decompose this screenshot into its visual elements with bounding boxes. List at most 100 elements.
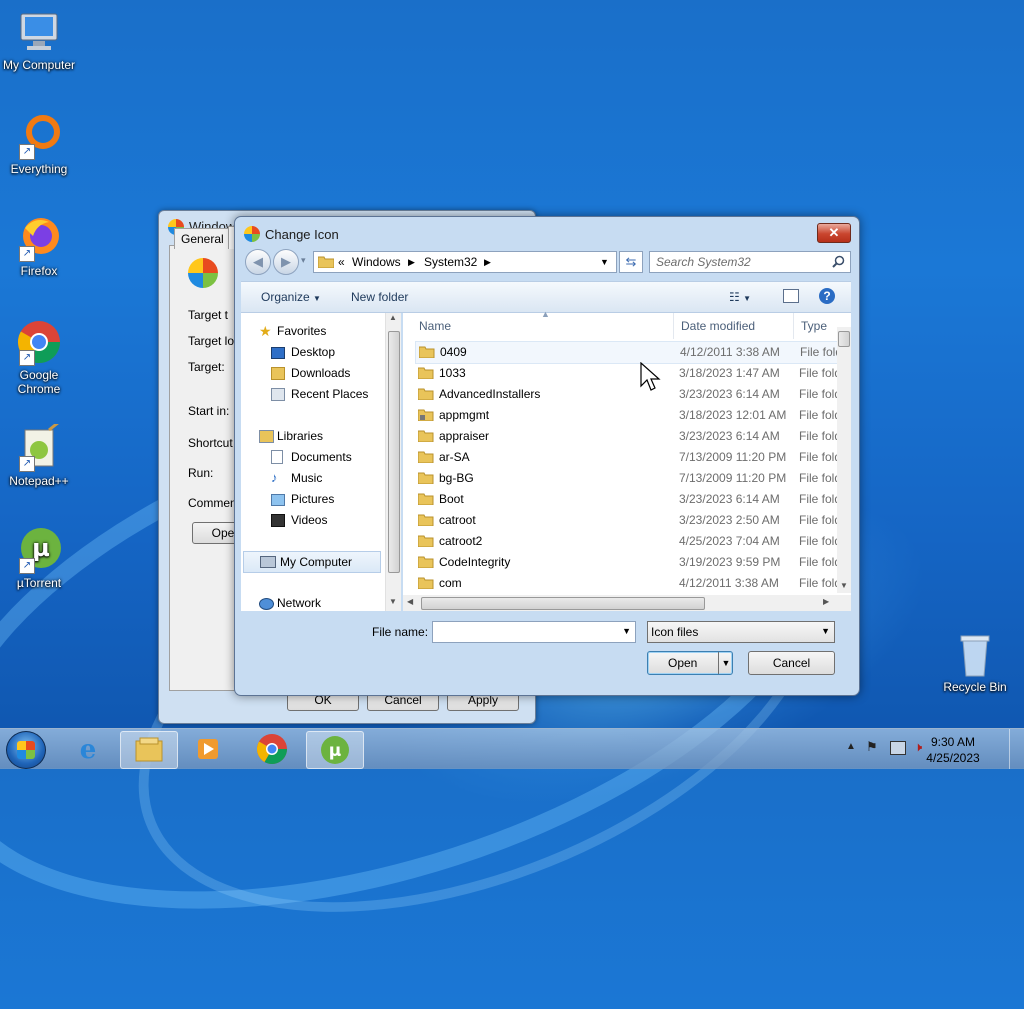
file-row[interactable]: com 4/12/2011 3:38 AM File folder xyxy=(415,573,837,594)
forward-button[interactable]: ▶ xyxy=(273,249,299,275)
refresh-icon[interactable]: ⇆ xyxy=(619,251,643,273)
file-date: 7/13/2009 11:20 PM xyxy=(679,471,787,485)
recent-locations-chevron-icon[interactable]: ▾ xyxy=(301,255,306,266)
search-input[interactable]: Search System32 xyxy=(649,251,851,273)
file-type-filter-select[interactable]: Icon files ▼ xyxy=(647,621,835,643)
column-header-date-modified[interactable]: Date modified xyxy=(681,313,794,339)
nav-item-downloads[interactable]: Downloads xyxy=(241,363,381,383)
file-row[interactable]: CodeIntegrity 3/19/2023 9:59 PM File fol… xyxy=(415,552,837,573)
nav-item-documents[interactable]: Documents xyxy=(241,447,381,467)
taskbar-media-player[interactable] xyxy=(180,731,236,767)
file-type: File folder xyxy=(799,471,837,485)
scroll-left-icon[interactable]: ◀ xyxy=(407,597,413,606)
file-type: File folder xyxy=(799,492,837,506)
file-row[interactable]: ar-SA 7/13/2009 11:20 PM File folder xyxy=(415,447,837,468)
file-row[interactable]: Boot 3/23/2023 6:14 AM File folder xyxy=(415,489,837,510)
close-button[interactable]: ✕ xyxy=(817,223,851,243)
clock-time: 9:30 AM xyxy=(930,735,976,749)
scroll-down-icon[interactable]: ▼ xyxy=(840,581,848,590)
file-row[interactable]: catroot 3/23/2023 2:50 AM File folder xyxy=(415,510,837,531)
preview-pane-icon[interactable] xyxy=(783,289,799,303)
file-date: 3/18/2023 12:01 AM xyxy=(679,408,787,422)
recent-places-icon xyxy=(271,388,285,401)
file-name: ar-SA xyxy=(439,450,470,464)
nav-label: Favorites xyxy=(277,324,327,338)
start-button[interactable] xyxy=(6,731,46,769)
nav-item-videos[interactable]: Videos xyxy=(241,510,381,530)
star-icon: ★ xyxy=(259,323,272,339)
folder-icon xyxy=(419,346,435,358)
open-split-dropdown-icon[interactable]: ▼ xyxy=(718,652,733,674)
shortcut-target-icon xyxy=(188,258,218,288)
file-row[interactable]: 0409 4/12/2011 3:38 AM File folder xyxy=(415,341,839,364)
system-clock[interactable]: 9:30 AM 4/25/2023 xyxy=(918,734,988,766)
file-list-scrollbar[interactable]: ▼ xyxy=(837,327,851,593)
view-menu-icon[interactable]: ☷ ▼ xyxy=(729,290,751,304)
file-row[interactable]: 1033 3/18/2023 1:47 AM File folder xyxy=(415,363,837,384)
desktop-icon-recycle-bin[interactable]: Recycle Bin xyxy=(936,630,1014,694)
tab-general[interactable]: General xyxy=(174,228,231,249)
breadcrumb-separator-icon[interactable]: ▶ xyxy=(408,257,415,268)
file-type: File folder xyxy=(799,387,837,401)
scroll-right-icon[interactable]: ▶ xyxy=(823,597,829,606)
address-dropdown-icon[interactable]: ▼ xyxy=(600,257,609,267)
help-icon[interactable]: ? xyxy=(819,288,835,304)
nav-item-recent-places[interactable]: Recent Places xyxy=(241,384,381,404)
action-center-flag-icon[interactable]: ⚑ xyxy=(866,739,878,755)
file-row[interactable]: AdvancedInstallers 3/23/2023 6:14 AM Fil… xyxy=(415,384,837,405)
desktop-icon-firefox[interactable]: ↗ Firefox xyxy=(0,214,78,278)
file-name-dropdown-icon[interactable]: ▼ xyxy=(622,626,631,636)
file-row[interactable]: catroot2 4/25/2023 7:04 AM File folder xyxy=(415,531,837,552)
nav-item-desktop[interactable]: Desktop xyxy=(241,342,381,362)
cancel-dialog-button[interactable]: Cancel xyxy=(748,651,835,675)
breadcrumb-prefix[interactable]: « xyxy=(338,255,345,269)
nav-item-network[interactable]: Network xyxy=(241,593,381,613)
address-bar[interactable]: « Windows ▶ System32 ▶ ▼ xyxy=(313,251,617,273)
desktop-icon-notepad-plus-plus[interactable]: ↗ Notepad++ xyxy=(0,420,78,488)
scroll-thumb[interactable] xyxy=(388,331,400,573)
nav-item-libraries[interactable]: Libraries xyxy=(241,426,381,446)
file-row[interactable]: appraiser 3/23/2023 6:14 AM File folder xyxy=(415,426,837,447)
search-icon[interactable] xyxy=(832,255,845,268)
folder-icon xyxy=(418,367,434,379)
desktop-icon xyxy=(271,347,285,359)
filter-dropdown-icon[interactable]: ▼ xyxy=(821,626,830,636)
taskbar-utorrent[interactable]: µ xyxy=(306,731,364,769)
organize-button[interactable]: Organize ▼ xyxy=(261,290,321,304)
desktop-icon-my-computer[interactable]: My Computer xyxy=(0,8,78,72)
file-list-horizontal-scrollbar[interactable]: ◀ ▶ xyxy=(403,595,851,611)
nav-item-favorites[interactable]: ★ Favorites xyxy=(241,321,381,341)
mouse-cursor-icon xyxy=(640,362,661,391)
column-header-name[interactable]: Name xyxy=(419,313,674,339)
breadcrumb-system32[interactable]: System32 xyxy=(424,255,477,269)
scroll-down-icon[interactable]: ▼ xyxy=(389,597,397,606)
breadcrumb-separator-icon[interactable]: ▶ xyxy=(484,257,491,268)
new-folder-button[interactable]: New folder xyxy=(351,290,408,304)
nav-item-music[interactable]: ♪ Music xyxy=(241,468,381,488)
file-type: File folder xyxy=(799,513,837,527)
network-status-icon[interactable] xyxy=(890,741,906,755)
back-button[interactable]: ◀ xyxy=(245,249,271,275)
taskbar-file-explorer[interactable] xyxy=(120,731,178,769)
scroll-up-icon[interactable]: ▲ xyxy=(389,313,397,322)
show-hidden-icons-button[interactable]: ▲ xyxy=(846,741,856,752)
nav-item-my-computer[interactable]: My Computer xyxy=(243,551,381,573)
scroll-thumb[interactable] xyxy=(838,331,850,347)
column-header-type[interactable]: Type xyxy=(801,313,841,339)
navigation-scrollbar[interactable]: ▲ ▼ xyxy=(385,313,401,611)
file-name: AdvancedInstallers xyxy=(439,387,541,401)
desktop-icon-everything[interactable]: ↗ Everything xyxy=(0,112,78,176)
open-button[interactable]: Open ▼ xyxy=(647,651,733,675)
desktop-icon-google-chrome[interactable]: ↗ Google Chrome xyxy=(0,318,78,396)
taskbar-google-chrome[interactable] xyxy=(244,731,300,767)
horizontal-scroll-thumb[interactable] xyxy=(421,597,705,610)
shortcut-arrow-icon: ↗ xyxy=(19,246,35,262)
taskbar-internet-explorer[interactable]: e xyxy=(60,731,116,767)
show-desktop-button[interactable] xyxy=(1009,729,1024,769)
breadcrumb-windows[interactable]: Windows xyxy=(352,255,401,269)
desktop-icon-utorrent[interactable]: µ ↗ µTorrent xyxy=(0,526,78,590)
file-name-input[interactable]: ▼ xyxy=(432,621,636,643)
file-row[interactable]: bg-BG 7/13/2009 11:20 PM File folder xyxy=(415,468,837,489)
file-row[interactable]: appmgmt 3/18/2023 12:01 AM File folder xyxy=(415,405,837,426)
nav-item-pictures[interactable]: Pictures xyxy=(241,489,381,509)
